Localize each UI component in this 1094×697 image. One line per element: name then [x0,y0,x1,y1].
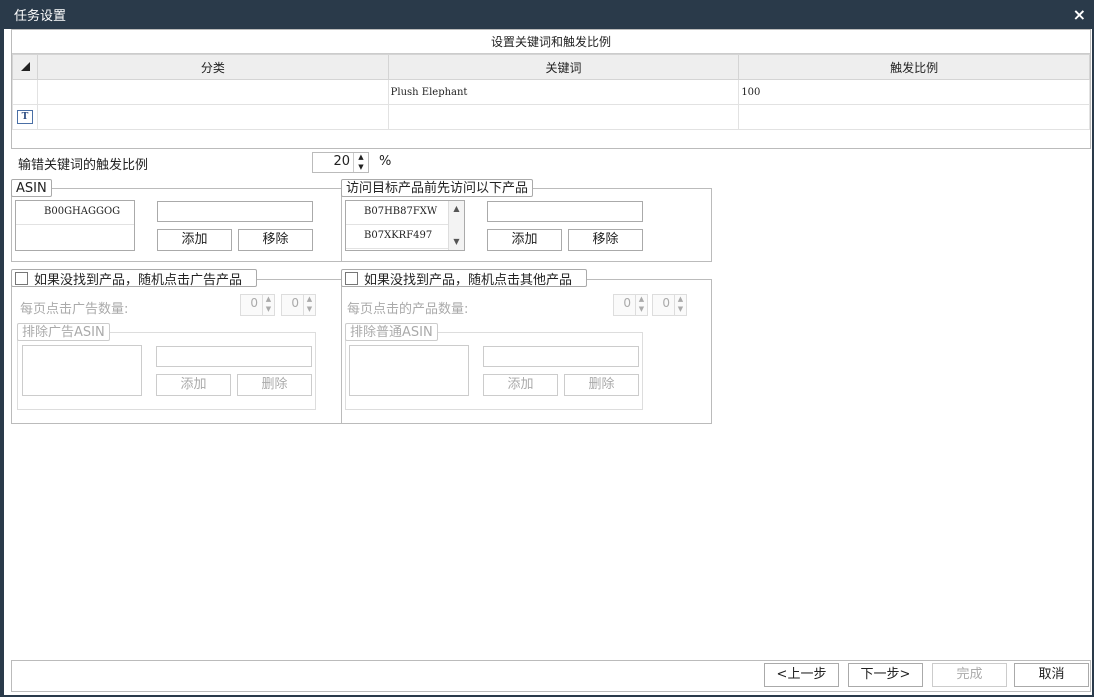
cancel-button[interactable]: 取消 [1014,663,1089,687]
grid-caption: 设置关键词和触发比例 [12,30,1090,54]
other-max-spinner[interactable]: 0 ▲ ▼ [652,294,687,316]
spinner-buttons: ▲ ▼ [262,295,274,315]
row-header[interactable] [12,79,38,105]
visit-before-remove-button[interactable]: 移除 [568,229,643,251]
exclude-ad-delete-button[interactable]: 删除 [237,374,312,396]
exclude-other-asin-input[interactable] [483,346,639,367]
other-products-checkbox-label: 如果没找到产品，随机点击其他产品 [364,272,573,288]
cell-category[interactable] [37,79,389,105]
misspell-ratio-label: 输错关键词的触发比例 [18,158,149,173]
spin-up-icon[interactable]: ▲ [263,295,274,305]
exclude-other-add-button[interactable]: 添加 [483,374,558,396]
keyword-grid: 设置关键词和触发比例 分类 关键词 触发比例 Plush Elephant 10… [11,29,1091,149]
column-header-ratio[interactable]: 触发比例 [738,54,1090,80]
new-cell-keyword[interactable] [387,104,740,130]
asin-remove-button[interactable]: 移除 [238,229,313,251]
asin-input[interactable] [157,201,313,222]
cell-keyword[interactable]: Plush Elephant [387,79,740,105]
spinner-buttons: ▲ ▼ [353,153,368,172]
scroll-down-icon[interactable]: ▼ [449,234,464,250]
ad-products-checkbox-label: 如果没找到产品，随机点击广告产品 [34,272,243,288]
spin-up-icon[interactable]: ▲ [636,295,647,305]
exclude-other-delete-button[interactable]: 删除 [564,374,639,396]
ad-min-spinner[interactable]: 0 ▲ ▼ [240,294,275,316]
close-icon[interactable]: × [1073,5,1086,24]
new-row-header[interactable]: T [12,104,38,130]
other-min-spinner[interactable]: 0 ▲ ▼ [613,294,648,316]
ad-min-value: 0 [250,296,258,310]
listbox-scrollbar[interactable]: ▲ ▼ [448,201,464,250]
percent-unit: % [379,154,392,169]
visit-before-input[interactable] [487,201,643,222]
new-row: T [12,104,1090,130]
table-row: Plush Elephant 100 [12,79,1090,105]
finish-button[interactable]: 完成 [932,663,1007,687]
visit-before-group-legend: 访问目标产品前先访问以下产品 [341,179,534,197]
exclude-other-asin-listbox[interactable] [349,345,469,396]
list-item[interactable]: B07XKRF497 [346,225,464,249]
other-products-checkbox[interactable]: 如果没找到产品，随机点击其他产品 [341,269,588,288]
row-indicator-icon [20,62,30,71]
list-item[interactable]: B07HB87FXW [346,201,464,225]
other-click-count-label: 每页点击的产品数量: [347,302,469,317]
checkbox-icon [15,271,28,285]
spin-down-icon[interactable]: ▼ [636,305,647,315]
window-title: 任务设置 [14,9,67,24]
exclude-ad-asin-listbox[interactable] [22,345,142,396]
spin-down-icon[interactable]: ▼ [304,305,315,315]
footer-bar [11,660,1091,692]
column-header-category[interactable]: 分类 [37,54,389,80]
spin-down-icon[interactable]: ▼ [675,305,686,315]
spin-down-icon[interactable]: ▼ [354,163,368,173]
new-cell-category[interactable] [37,104,389,130]
asin-add-button[interactable]: 添加 [157,229,232,251]
exclude-ad-asin-legend: 排除广告ASIN [17,323,110,341]
scroll-up-icon[interactable]: ▲ [449,201,464,217]
column-header-keyword[interactable]: 关键词 [387,54,740,80]
new-cell-ratio[interactable] [738,104,1090,130]
window-frame-left [0,29,4,697]
window-titlebar: 任务设置 × [0,0,1094,29]
list-item[interactable]: B00GHAGGOG [16,201,134,225]
visit-before-add-button[interactable]: 添加 [487,229,562,251]
spin-up-icon[interactable]: ▲ [304,295,315,305]
spin-up-icon[interactable]: ▲ [675,295,686,305]
exclude-ad-add-button[interactable]: 添加 [156,374,231,396]
spin-up-icon[interactable]: ▲ [354,153,368,163]
spinner-buttons: ▲ ▼ [303,295,315,315]
next-step-button[interactable]: 下一步> [848,663,923,687]
table-header-row: 分类 关键词 触发比例 [12,54,1090,80]
cell-ratio[interactable]: 100 [738,79,1090,105]
exclude-ad-asin-input[interactable] [156,346,312,367]
new-row-icon: T [17,110,33,124]
asin-listbox[interactable]: B00GHAGGOG [15,200,135,251]
visit-before-listbox[interactable]: B07HB87FXW B07XKRF497 ▲ ▼ [345,200,465,251]
other-max-value: 0 [662,296,670,310]
keyword-table: 分类 关键词 触发比例 Plush Elephant 100 T [12,54,1090,130]
prev-step-button[interactable]: <上一步 [764,663,839,687]
ad-click-count-label: 每页点击广告数量: [20,302,129,317]
spin-down-icon[interactable]: ▼ [263,305,274,315]
misspell-ratio-value: 20 [333,154,350,169]
select-all-corner[interactable] [12,54,38,80]
spinner-buttons: ▲ ▼ [635,295,647,315]
checkbox-icon [345,271,358,285]
asin-group-legend: ASIN [11,179,52,197]
ad-products-checkbox[interactable]: 如果没找到产品，随机点击广告产品 [11,269,258,288]
misspell-ratio-spinner[interactable]: 20 ▲ ▼ [312,152,369,173]
ad-max-spinner[interactable]: 0 ▲ ▼ [281,294,316,316]
ad-max-value: 0 [291,296,299,310]
exclude-other-asin-legend: 排除普通ASIN [345,323,438,341]
other-min-value: 0 [623,296,631,310]
spinner-buttons: ▲ ▼ [674,295,686,315]
